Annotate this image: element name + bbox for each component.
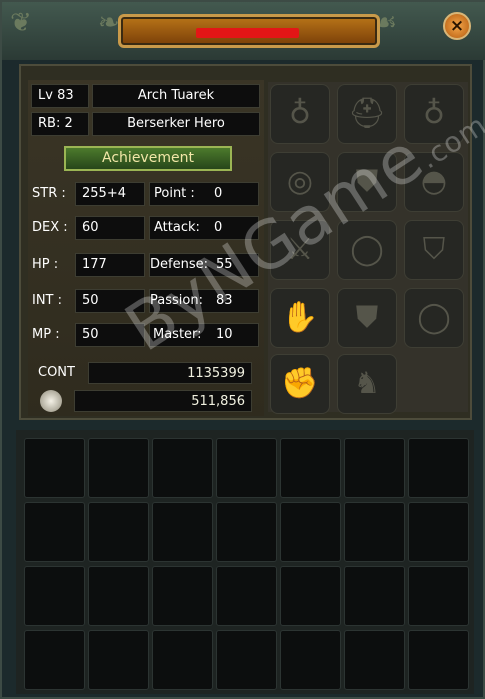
inventory-slot[interactable] [216,502,277,562]
master-value: 10 [216,327,233,342]
attack-field: Attack: 0 [149,216,259,240]
gauntlet-icon[interactable]: ✊ [270,354,330,414]
point-value: 0 [214,186,223,201]
inventory-slot[interactable] [88,502,149,562]
helmet-icon[interactable]: ⛑ [337,84,397,144]
inventory-slot[interactable] [88,438,149,498]
dex-label: DEX : [32,220,68,235]
character-window: ❦ ❧ ☙ × Lv 83 Arch Tuarek RB: 2 Berserke… [0,0,485,699]
inventory-slot[interactable] [344,502,405,562]
inventory-slot[interactable] [280,566,341,626]
int-value: 50 [75,289,145,313]
str-label: STR : [32,186,66,201]
ornament-icon: ❧ [98,8,120,38]
ring-icon[interactable]: ◯ [404,288,464,348]
inventory-slot[interactable] [152,502,213,562]
inventory-slot[interactable] [152,566,213,626]
inventory-slot[interactable] [344,438,405,498]
mp-value: 50 [75,323,145,347]
inventory-slot[interactable] [280,438,341,498]
pants-icon[interactable]: ⛊ [337,288,397,348]
inventory-slot[interactable] [280,630,341,690]
weapon-icon[interactable]: ⚔ [270,220,330,280]
inventory-slot[interactable] [24,438,85,498]
cont-value: 1135399 [88,362,252,384]
point-label: Point : [154,186,195,201]
defense-label: Defense: [150,257,208,272]
dex-value: 60 [75,216,145,240]
str-value: 255+4 [75,182,145,206]
inventory-slot[interactable] [408,566,469,626]
necklace-icon[interactable]: ◎ [270,152,330,212]
inventory-slot[interactable] [88,566,149,626]
inventory-grid [16,430,474,694]
level-field: Lv 83 [31,84,89,108]
armor-icon[interactable]: ⛊ [337,152,397,212]
cont-label: CONT [38,365,75,380]
achievement-button[interactable]: Achievement [64,146,232,171]
character-name: Arch Tuarek [92,84,260,108]
inventory-slot[interactable] [216,566,277,626]
boots-icon[interactable]: ♞ [337,354,397,414]
hp-label: HP : [32,257,59,272]
inventory-slot[interactable] [408,502,469,562]
inventory-slot[interactable] [216,630,277,690]
defense-field: Defense: 55 [149,253,259,277]
inventory-slot[interactable] [280,502,341,562]
inventory-slot[interactable] [408,438,469,498]
int-label: INT : [32,293,63,308]
master-label: Master: [153,327,202,342]
ring-icon[interactable]: ◯ [337,220,397,280]
coin-pile-icon [40,390,62,412]
passion-value: 83 [216,293,233,308]
mp-label: MP : [32,327,60,342]
pauldron-icon[interactable]: ◓ [404,152,464,212]
gold-value: 511,856 [74,390,252,412]
gloves-icon[interactable]: ✋ [270,288,330,348]
inventory-slot[interactable] [216,438,277,498]
inventory-slot[interactable] [344,566,405,626]
passion-field: Passion: 83 [149,289,259,313]
inventory-slot[interactable] [152,438,213,498]
inventory-slot[interactable] [24,630,85,690]
earring-icon[interactable]: ♁ [404,84,464,144]
inventory-slot[interactable] [88,630,149,690]
corner-ornament-icon: ❦ [10,8,32,38]
shield-icon[interactable]: ⛉ [404,220,464,280]
earring-icon[interactable]: ♁ [270,84,330,144]
class-title: Berserker Hero [92,112,260,136]
redacted-title [196,28,299,38]
rebirth-field: RB: 2 [31,112,89,136]
title-plate [118,14,380,48]
defense-value: 55 [216,257,233,272]
inventory-slot[interactable] [24,502,85,562]
hp-value: 177 [75,253,145,277]
passion-label: Passion: [150,293,203,308]
point-field: Point : 0 [149,182,259,206]
attack-value: 0 [214,220,223,235]
inventory-slot[interactable] [152,630,213,690]
inventory-slot[interactable] [344,630,405,690]
inventory-slot[interactable] [24,566,85,626]
inventory-slot[interactable] [408,630,469,690]
close-button[interactable]: × [443,12,471,40]
attack-label: Attack: [154,220,200,235]
master-field: Master: 10 [149,323,259,347]
